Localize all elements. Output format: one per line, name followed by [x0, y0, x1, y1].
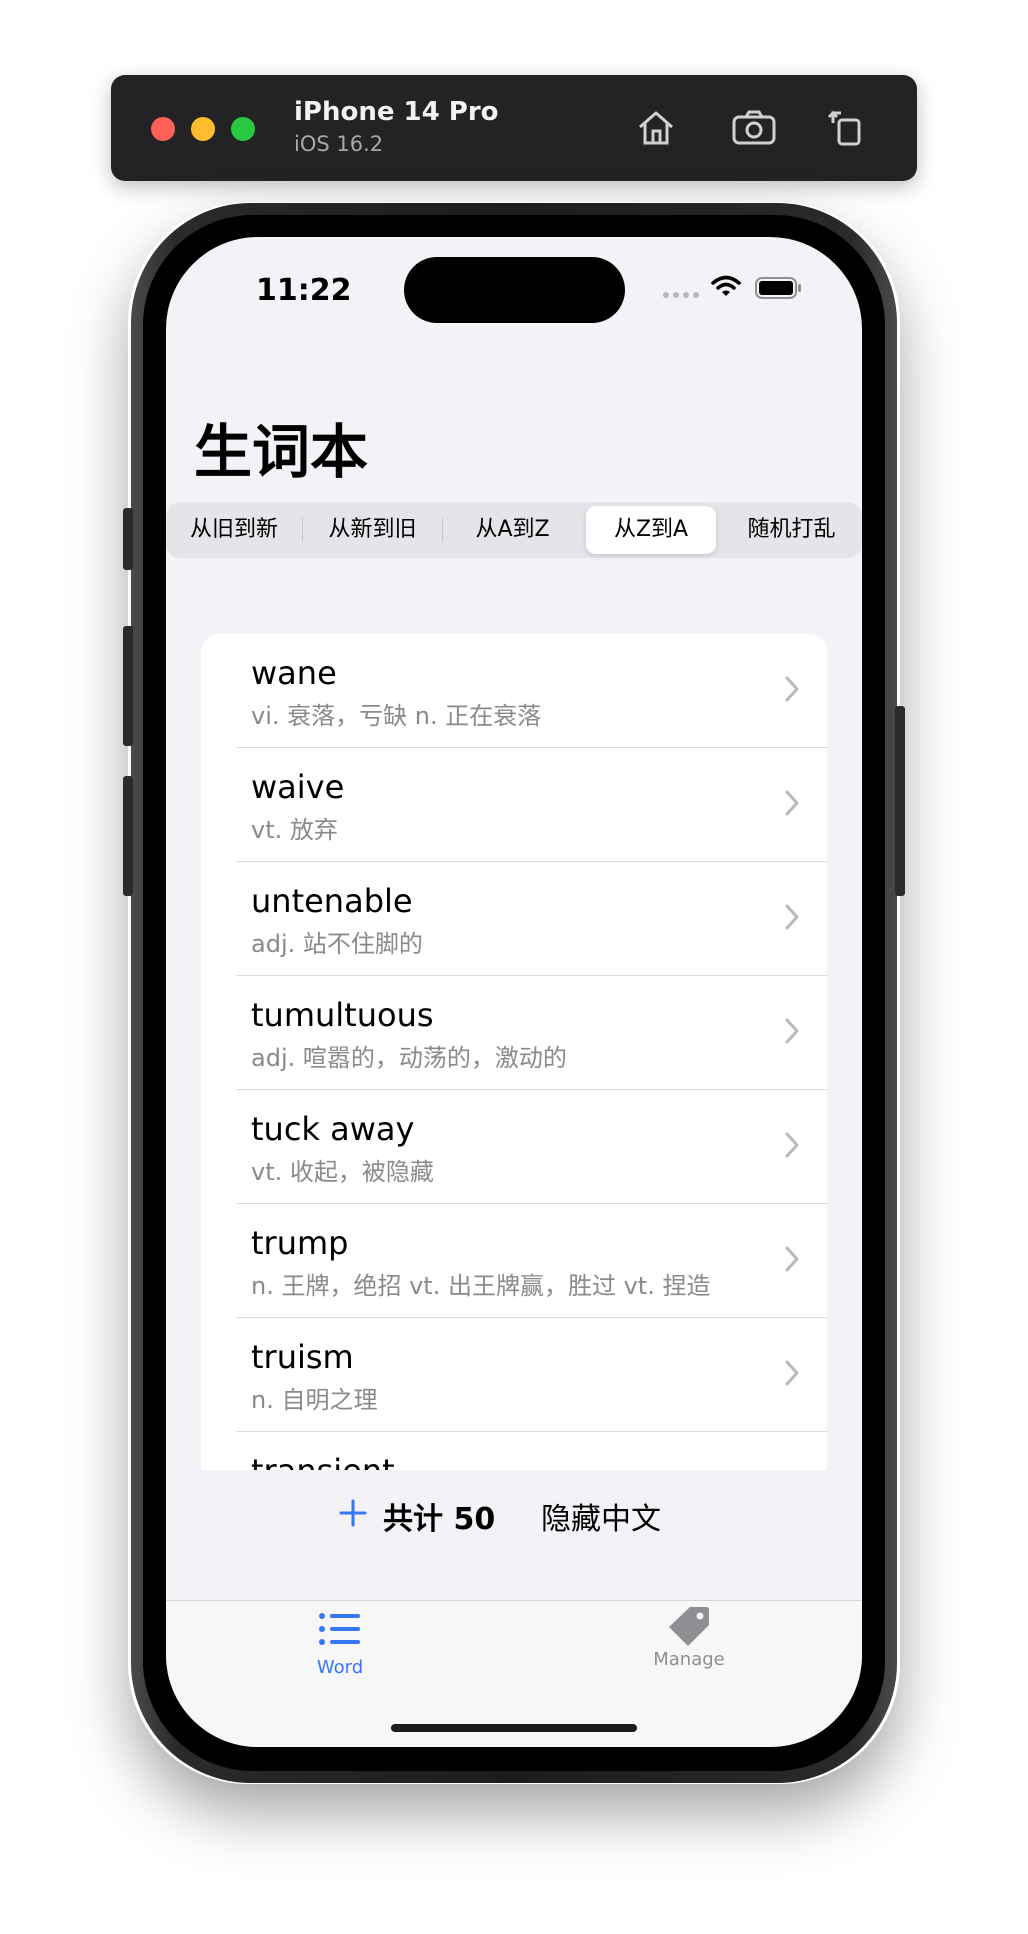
status-time: 11:22	[256, 273, 352, 308]
hide-chinese-button[interactable]: 隐藏中文	[541, 1494, 661, 1538]
word-meaning: adj. 站不住脚的	[251, 930, 423, 958]
sort-option-old-to-new[interactable]: 从旧到新	[166, 502, 302, 558]
phone-screen: 11:22 生词本 从旧到新 从新到旧 从A到Z 从Z到A 随机打乱 wane …	[166, 237, 862, 1747]
word-meaning: vi. 衰落，亏缺 n. 正在衰落	[251, 702, 542, 730]
chevron-right-icon	[785, 790, 799, 816]
list-icon	[319, 1613, 360, 1645]
word-meaning: vt. 放弃	[251, 816, 338, 844]
word-text: waive	[251, 768, 345, 806]
word-text: transient	[251, 1452, 395, 1470]
chevron-right-icon	[785, 1132, 799, 1158]
sort-option-a-to-z[interactable]: 从A到Z	[443, 502, 582, 558]
list-item[interactable]: transient	[236, 1432, 827, 1470]
word-text: tuck away	[251, 1110, 415, 1148]
word-meaning: n. 王牌，绝招 vt. 出王牌赢，胜过 vt. 捏造	[251, 1272, 711, 1300]
os-version: iOS 16.2	[294, 132, 384, 156]
plus-icon[interactable]	[338, 1498, 368, 1528]
word-text: tumultuous	[251, 996, 434, 1034]
volume-up-button	[123, 626, 133, 746]
chevron-right-icon	[785, 1246, 799, 1272]
tab-label: Word	[316, 1657, 364, 1678]
close-window-button[interactable]	[151, 117, 175, 141]
power-button	[895, 706, 905, 896]
list-footer: 共计 50 隐藏中文	[166, 1470, 862, 1580]
tag-icon	[669, 1607, 709, 1646]
word-meaning: vt. 收起，被隐藏	[251, 1158, 434, 1186]
chevron-right-icon	[785, 676, 799, 702]
home-icon[interactable]	[631, 103, 681, 153]
tab-label: Manage	[653, 1649, 725, 1670]
total-count: 共计 50	[383, 1502, 496, 1537]
sort-option-z-to-a[interactable]: 从Z到A	[586, 506, 716, 554]
sort-option-new-to-old[interactable]: 从新到旧	[303, 502, 442, 558]
home-indicator	[391, 1724, 637, 1732]
device-name: iPhone 14 Pro	[294, 97, 499, 127]
dynamic-island	[404, 257, 625, 323]
word-meaning: n. 自明之理	[251, 1386, 378, 1414]
simulator-title-bar: iPhone 14 Pro iOS 16.2	[111, 75, 917, 181]
chevron-right-icon	[785, 904, 799, 930]
screenshot-icon[interactable]	[729, 103, 779, 153]
wifi-icon	[711, 275, 741, 296]
action-button	[123, 508, 133, 570]
list-item[interactable]: trump n. 王牌，绝招 vt. 出王牌赢，胜过 vt. 捏造	[236, 1204, 827, 1318]
word-text: trump	[251, 1224, 349, 1262]
list-item[interactable]: tumultuous adj. 喧嚣的，动荡的，激动的	[236, 976, 827, 1090]
word-list: wane vi. 衰落，亏缺 n. 正在衰落 waive vt. 放弃 unte…	[201, 634, 827, 1470]
chevron-right-icon	[785, 1360, 799, 1386]
cellular-icon	[663, 292, 699, 298]
zoom-window-button[interactable]	[231, 117, 255, 141]
sort-segmented-control: 从旧到新 从新到旧 从A到Z 从Z到A 随机打乱	[166, 502, 862, 558]
list-item[interactable]: wane vi. 衰落，亏缺 n. 正在衰落	[236, 634, 827, 748]
word-text: wane	[251, 654, 337, 692]
word-text: untenable	[251, 882, 413, 920]
list-item[interactable]: waive vt. 放弃	[236, 748, 827, 862]
list-item[interactable]: untenable adj. 站不住脚的	[236, 862, 827, 976]
chevron-right-icon	[785, 1018, 799, 1044]
word-text: truism	[251, 1338, 354, 1376]
volume-down-button	[123, 776, 133, 896]
minimize-window-button[interactable]	[191, 117, 215, 141]
word-meaning: adj. 喧嚣的，动荡的，激动的	[251, 1044, 567, 1072]
tab-word[interactable]: Word	[280, 1611, 400, 1678]
battery-icon	[755, 277, 801, 299]
word-list-card: wane vi. 衰落，亏缺 n. 正在衰落 waive vt. 放弃 unte…	[201, 634, 827, 1470]
list-item[interactable]: truism n. 自明之理	[236, 1318, 827, 1432]
tab-manage[interactable]: Manage	[629, 1607, 749, 1670]
rotate-icon[interactable]	[823, 103, 873, 153]
list-item[interactable]: tuck away vt. 收起，被隐藏	[236, 1090, 827, 1204]
page-title: 生词本	[194, 418, 369, 486]
sort-option-shuffle[interactable]: 随机打乱	[721, 502, 862, 558]
